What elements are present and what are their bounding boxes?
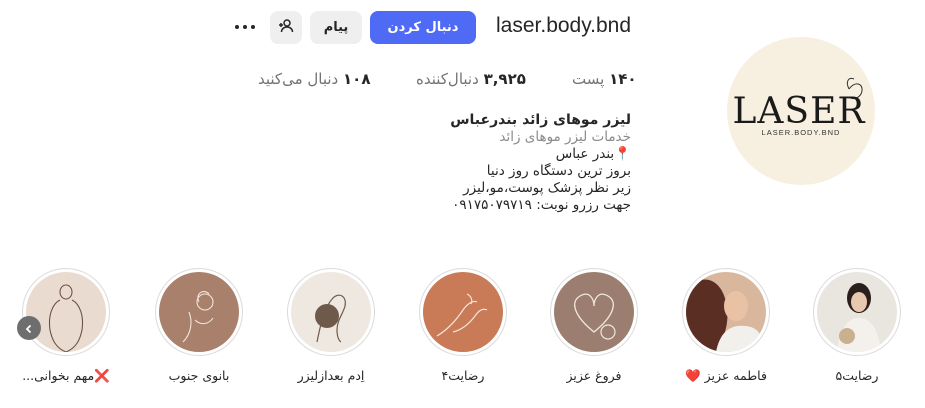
posts-count: ۱۴۰ <box>609 70 637 88</box>
highlight-item[interactable]: فاطمه عزیز ❤️ <box>680 268 772 384</box>
highlight-label: ❌مهم بخوانی... <box>22 368 110 383</box>
chevron-left-icon <box>24 319 34 338</box>
highlight-item[interactable]: رضایت۴ <box>417 268 509 383</box>
highlight-item[interactable]: اِدم بعدازلیزر <box>285 268 377 383</box>
following-count: ۱۰۸ <box>343 70 371 88</box>
bio-location: 📍بندر عباس <box>555 146 631 162</box>
highlight-label: اِدم بعدازلیزر <box>297 368 365 383</box>
profile-username: laser.body.bnd <box>496 14 632 37</box>
profile-avatar[interactable]: LASER LASER.BODY.BND <box>727 37 875 185</box>
highlights-prev-button[interactable] <box>17 316 41 340</box>
follow-button[interactable]: دنبال کردن <box>370 11 476 44</box>
suggest-users-button[interactable] <box>270 11 302 44</box>
bio-name: لیزر موهای زائد بندرعباس <box>450 112 631 128</box>
followers-count: ۳,۹۲۵ <box>483 70 526 88</box>
add-user-icon <box>278 18 294 38</box>
posts-label: پست <box>572 70 605 88</box>
following-label: دنبال می‌کنید <box>258 70 339 88</box>
logo-text: LASER <box>733 91 866 132</box>
highlight-item[interactable]: رضایت۵ <box>811 268 903 383</box>
followers-stat[interactable]: ۳,۹۲۵ دنبال‌کننده <box>416 70 526 88</box>
highlight-label: رضایت۵ <box>835 368 879 383</box>
following-stat[interactable]: ۱۰۸ دنبال می‌کنید <box>258 70 370 88</box>
message-button[interactable]: پیام <box>310 11 362 44</box>
highlight-label: بانوی جنوب <box>168 368 230 383</box>
logo-subtext: LASER.BODY.BND <box>762 128 841 137</box>
more-options-icon[interactable] <box>232 14 258 40</box>
bio-phone: جهت رزرو نوبت: ۰۹۱۷۵۰۷۹۷۱۹ <box>452 197 631 213</box>
highlight-label: رضایت۴ <box>441 368 485 383</box>
bio-line: زیر نظر پزشک پوست،مو،لیزر <box>463 180 631 196</box>
bio-category: خدمات لیزر موهای زائد <box>499 129 631 145</box>
highlight-item[interactable]: فروغ عزیز <box>548 268 640 383</box>
posts-stat[interactable]: ۱۴۰ پست <box>572 70 637 88</box>
bio-line: بروز ترین دستگاه روز دنیا <box>486 163 631 179</box>
highlight-label: فروغ عزیز <box>566 368 622 383</box>
profile-bio: لیزر موهای زائد بندرعباس خدمات لیزر موها… <box>371 112 631 214</box>
highlight-item[interactable]: بانوی جنوب <box>153 268 245 383</box>
highlight-label: فاطمه عزیز ❤️ <box>685 368 767 383</box>
followers-label: دنبال‌کننده <box>416 70 479 88</box>
